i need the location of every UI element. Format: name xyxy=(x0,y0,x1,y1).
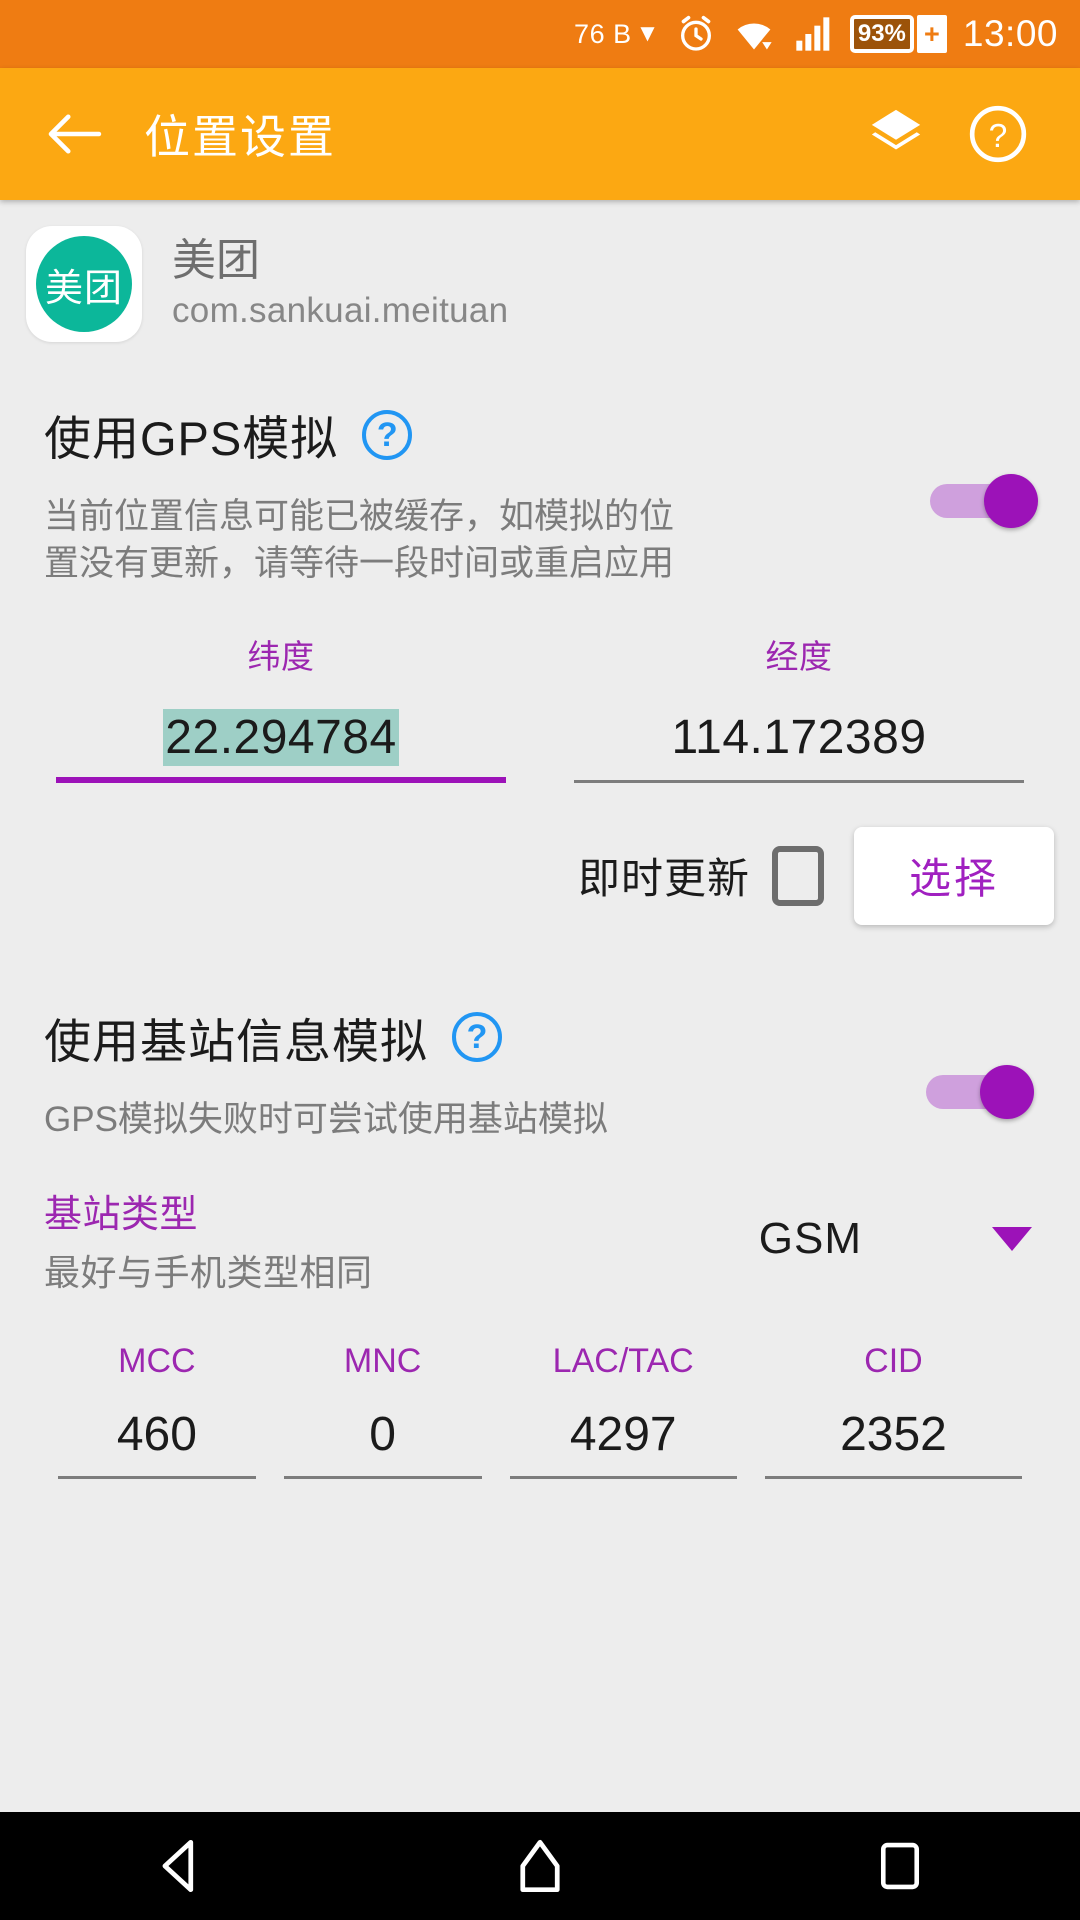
wifi-icon xyxy=(732,14,776,54)
cid-input[interactable]: 2352 xyxy=(765,1407,1022,1462)
lac-input[interactable]: 4297 xyxy=(510,1407,737,1462)
gps-toggle-thumb xyxy=(984,474,1038,528)
longitude-group: 经度 114.172389 xyxy=(540,630,1024,783)
latitude-label: 纬度 xyxy=(247,637,315,675)
nav-back-icon[interactable] xyxy=(120,1812,240,1920)
latitude-underline xyxy=(56,776,506,783)
battery-percent-text: 93% xyxy=(857,20,906,47)
longitude-underline xyxy=(574,779,1024,783)
app-bar: 位置设置 ? xyxy=(0,68,1080,200)
lac-label: LAC/TAC xyxy=(552,1341,694,1380)
cell-mock-section: 使用基站信息模拟 ? GPS模拟失败时可尝试使用基站模拟 基站类型 最好与手机类… xyxy=(0,1003,1080,1479)
cell-section-description: GPS模拟失败时可尝试使用基站模拟 xyxy=(44,1099,608,1139)
cell-toggle-thumb xyxy=(980,1064,1034,1119)
cell-type-label: 基站类型 xyxy=(44,1193,199,1236)
cid-label: CID xyxy=(864,1341,923,1380)
longitude-label: 经度 xyxy=(765,637,833,675)
coordinate-row: 纬度 22.294784 经度 114.172389 xyxy=(0,630,1080,783)
cell-field-mcc: MCC 460 xyxy=(44,1342,270,1479)
gps-mock-toggle[interactable] xyxy=(930,474,1038,528)
gps-help-icon[interactable]: ? xyxy=(362,409,413,460)
latitude-input[interactable]: 22.294784 xyxy=(56,708,506,766)
mcc-label: MCC xyxy=(118,1341,196,1380)
longitude-input[interactable]: 114.172389 xyxy=(574,710,1024,765)
alarm-icon xyxy=(676,14,716,54)
gps-section-description: 当前位置信息可能已被缓存，如模拟的位置没有更新，请等待一段时间或重启应用 xyxy=(44,497,675,584)
gps-section-title: 使用GPS模拟 xyxy=(44,412,339,465)
mnc-label: MNC xyxy=(343,1341,422,1380)
android-navigation-bar xyxy=(0,1812,1080,1920)
mnc-underline xyxy=(283,1475,482,1479)
cell-type-hint: 最好与手机类型相同 xyxy=(44,1251,373,1293)
cell-mock-toggle[interactable] xyxy=(926,1064,1034,1119)
select-button[interactable]: 选择 xyxy=(854,826,1054,925)
network-speed-text: 76 B xyxy=(574,18,632,49)
app-name: 美团 xyxy=(172,235,260,285)
cell-type-value: GSM xyxy=(758,1214,862,1264)
svg-text:?: ? xyxy=(989,118,1008,155)
lac-underline xyxy=(509,1475,737,1479)
app-header-row: 美团 美团 com.sankuai.meituan xyxy=(0,200,1080,342)
cell-fields-row: MCC 460 MNC 0 LAC/TAC 4297 CID 2352 xyxy=(0,1342,1080,1479)
chevron-down-icon[interactable] xyxy=(992,1227,1032,1252)
download-caret-icon: ▼ xyxy=(635,20,660,47)
latitude-value: 22.294784 xyxy=(163,708,399,766)
page-title: 位置设置 xyxy=(144,111,336,163)
gps-mock-section: 使用GPS模拟 ? 当前位置信息可能已被缓存，如模拟的位置没有更新，请等待一段时… xyxy=(0,400,1080,925)
status-bar: 76 B ▼ 93% + 13:00 xyxy=(0,0,1080,68)
cid-underline xyxy=(764,1475,1022,1479)
cell-field-lac: LAC/TAC 4297 xyxy=(496,1342,751,1479)
app-package-name: com.sankuai.meituan xyxy=(172,291,509,331)
mnc-input[interactable]: 0 xyxy=(284,1407,482,1462)
gps-title-row: 使用GPS模拟 ? xyxy=(0,400,1080,469)
battery-icon: 93% + xyxy=(849,15,947,53)
cell-title-row: 使用基站信息模拟 ? xyxy=(0,1003,1080,1072)
app-icon: 美团 xyxy=(26,226,142,342)
nav-home-icon[interactable] xyxy=(480,1812,600,1920)
cell-type-labels: 基站类型 最好与手机类型相同 xyxy=(44,1183,759,1296)
select-button-label: 选择 xyxy=(908,855,999,902)
settings-content: 美团 美团 com.sankuai.meituan 使用GPS模拟 ? 当前位置… xyxy=(0,200,1080,1812)
mcc-underline xyxy=(58,1475,256,1479)
app-icon-glyph: 美团 xyxy=(36,236,132,332)
instant-update-row: 即时更新 选择 xyxy=(0,826,1080,925)
longitude-value: 114.172389 xyxy=(671,710,927,764)
layers-icon[interactable] xyxy=(858,96,934,172)
cell-field-mnc: MNC 0 xyxy=(270,1342,496,1479)
battery-charging-plus-icon: + xyxy=(916,15,947,53)
android-screen: 76 B ▼ 93% + 13:00 位置设置 ? 美团 美团 com.sank… xyxy=(0,0,1080,1920)
cell-type-row[interactable]: 基站类型 最好与手机类型相同 GSM xyxy=(0,1183,1080,1296)
cell-help-icon[interactable]: ? xyxy=(452,1012,502,1062)
back-arrow-icon[interactable] xyxy=(40,100,108,168)
latitude-group: 纬度 22.294784 xyxy=(56,630,540,783)
app-meta: 美团 com.sankuai.meituan xyxy=(172,235,509,331)
help-circle-icon[interactable]: ? xyxy=(960,96,1036,172)
network-speed-indicator: 76 B ▼ xyxy=(574,19,660,50)
mcc-input[interactable]: 460 xyxy=(58,1407,256,1462)
instant-update-label: 即时更新 xyxy=(577,855,750,902)
cell-field-cid: CID 2352 xyxy=(751,1342,1036,1479)
instant-update-checkbox[interactable] xyxy=(772,845,824,906)
cell-section-title: 使用基站信息模拟 xyxy=(44,1014,428,1068)
nav-recents-icon[interactable] xyxy=(840,1812,960,1920)
battery-body: 93% xyxy=(849,15,914,53)
clock-text: 13:00 xyxy=(962,13,1058,54)
signal-icon xyxy=(792,14,834,54)
